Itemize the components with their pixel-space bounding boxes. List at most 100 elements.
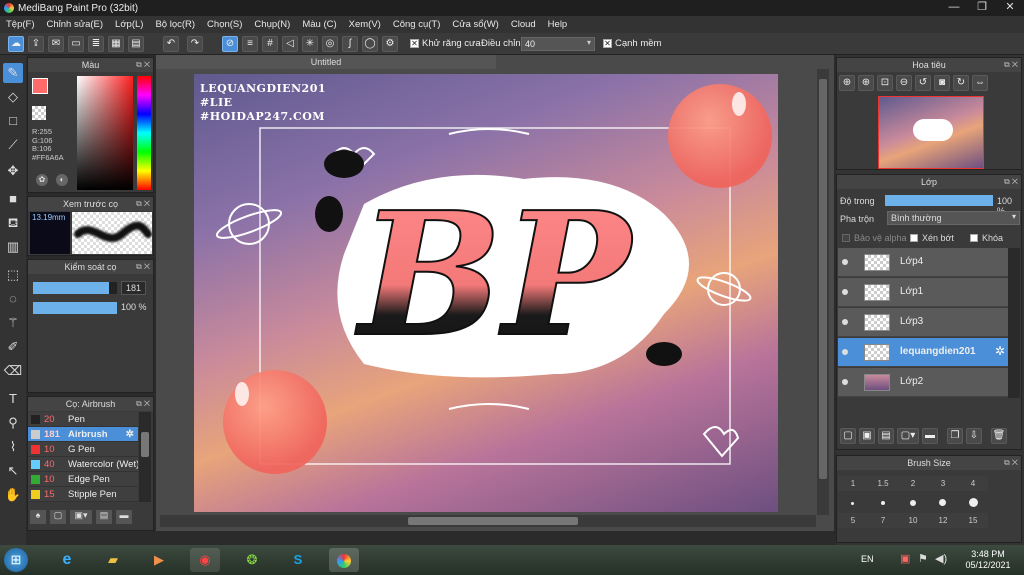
redo-icon[interactable]: ↷ <box>187 36 203 52</box>
panel-buttons-icon[interactable]: ⧉ ✕ <box>136 397 150 411</box>
panel-buttons-icon[interactable]: ⧉ ✕ <box>1004 58 1018 72</box>
magic-wand-icon[interactable]: ⚚ <box>3 313 23 333</box>
brush-item[interactable]: 20 Pen <box>28 412 138 427</box>
canvas-vertical-scrollbar[interactable] <box>817 69 829 515</box>
gear-icon[interactable]: ✲ <box>995 344 1005 358</box>
snap-off-icon[interactable]: ⊘ <box>222 36 238 52</box>
document-icon[interactable]: ≣ <box>88 36 104 52</box>
bucket-tool-icon[interactable]: ⛾ <box>3 213 23 233</box>
clipping-checkbox[interactable] <box>910 234 918 242</box>
brush-size-value[interactable]: 181 <box>121 281 146 295</box>
color-wheel-icon[interactable]: ◐ <box>56 174 68 186</box>
palette-icon[interactable]: ✿ <box>36 174 48 186</box>
medibang-taskbar-icon[interactable] <box>329 548 359 572</box>
brush-settings-icon[interactable]: ▤ <box>96 510 112 524</box>
brush-size-option[interactable]: 10 <box>898 513 928 528</box>
zoom-in-icon[interactable]: ⊕ <box>839 75 855 91</box>
menu-color[interactable]: Màu (C) <box>296 19 342 30</box>
antialias-checkbox[interactable]: ✕ <box>410 39 419 48</box>
eyedropper-tool-icon[interactable]: ⌇ <box>3 437 23 457</box>
brush-item-selected[interactable]: 181 Airbrush ✲ <box>28 427 138 442</box>
media-player-icon[interactable]: ▶ <box>144 548 174 572</box>
layer-row[interactable]: Lớp2 <box>838 368 1008 397</box>
brush-size-option[interactable]: 1.5 <box>868 476 898 491</box>
brush-size-option[interactable]: 1 <box>838 476 868 491</box>
eye-icon[interactable] <box>842 349 848 355</box>
reset-view-icon[interactable]: ◙ <box>934 75 950 91</box>
language-indicator[interactable]: EN <box>861 554 874 564</box>
clock[interactable]: 3:48 PM 05/12/2021 <box>960 549 1016 571</box>
trash-icon[interactable]: 🗑 <box>991 428 1007 444</box>
eye-icon[interactable] <box>842 289 848 295</box>
lock-checkbox[interactable] <box>970 234 978 242</box>
menu-edit[interactable]: Chỉnh sửa(E) <box>41 19 110 30</box>
duplicate-layer-icon[interactable]: ❐ <box>947 428 963 444</box>
internet-explorer-icon[interactable]: e <box>52 548 82 572</box>
canvas-horizontal-scrollbar[interactable] <box>160 515 816 527</box>
zoom-in-icon[interactable]: ⊕ <box>858 75 874 91</box>
brush-size-option[interactable]: 4 <box>958 476 988 491</box>
protect-alpha-checkbox[interactable] <box>842 234 850 242</box>
menu-help[interactable]: Help <box>542 19 574 30</box>
cross-snap-icon[interactable]: # <box>262 36 278 52</box>
select-tool-icon[interactable]: ⬚ <box>3 265 23 285</box>
select-eraser-icon[interactable]: ⌫ <box>3 361 23 381</box>
eye-icon[interactable] <box>842 379 848 385</box>
adjust-dropdown[interactable]: 40 ▾ <box>521 37 595 51</box>
brush-menu-icon[interactable]: ▣▾ <box>70 510 92 524</box>
radial-snap-icon[interactable]: ✳ <box>302 36 318 52</box>
panel-buttons-icon[interactable]: ⧉ ✕ <box>1004 175 1018 189</box>
network-icon[interactable]: ▣ <box>900 552 910 565</box>
menu-cloud[interactable]: Cloud <box>505 19 542 30</box>
start-button[interactable]: ⊞ <box>4 548 28 572</box>
menu-filter[interactable]: Bộ lọc(R) <box>149 19 201 30</box>
vanish-snap-icon[interactable]: ◁ <box>282 36 298 52</box>
brush-item[interactable]: 10 G Pen <box>28 442 138 457</box>
brush-size-option[interactable]: 5 <box>838 513 868 528</box>
file-explorer-icon[interactable]: ▰ <box>98 548 128 572</box>
menu-layer[interactable]: Lớp(L) <box>109 19 149 30</box>
rotate-right-icon[interactable]: ↻ <box>953 75 969 91</box>
folder-icon[interactable]: ▬ <box>116 510 132 524</box>
brush-size-slider[interactable] <box>33 282 117 294</box>
brush-size-option[interactable]: 2 <box>898 476 928 491</box>
comment-icon[interactable]: ✉ <box>48 36 64 52</box>
parallel-snap-icon[interactable]: ≡ <box>242 36 258 52</box>
app-icon[interactable]: ❂ <box>237 548 267 572</box>
gradient-tool-icon[interactable]: ▥ <box>3 237 23 257</box>
zoom-out-icon[interactable]: ⊖ <box>896 75 912 91</box>
hand-tool-icon[interactable]: ✋ <box>3 485 23 505</box>
menu-select[interactable]: Chọn(S) <box>201 19 248 30</box>
brush-size-option[interactable]: 3 <box>928 476 958 491</box>
panel-icon[interactable]: ▦ <box>108 36 124 52</box>
brush-item[interactable]: 40 Watercolor (Wet) <box>28 457 138 472</box>
layer-menu-icon[interactable]: ▢▾ <box>897 428 919 444</box>
menu-file[interactable]: Tệp(F) <box>0 19 41 30</box>
foreground-color-swatch[interactable] <box>32 78 48 94</box>
undo-icon[interactable]: ↶ <box>163 36 179 52</box>
text-tool-icon[interactable]: T <box>3 389 23 409</box>
page-icon[interactable]: ▭ <box>68 36 84 52</box>
brush-size-option[interactable]: 12 <box>928 513 958 528</box>
action-center-icon[interactable]: ⚑ <box>918 552 928 565</box>
merge-down-icon[interactable]: ⇩ <box>966 428 982 444</box>
volume-icon[interactable]: ◀) <box>935 552 947 565</box>
grid-icon[interactable]: ▤ <box>128 36 144 52</box>
layers-scrollbar[interactable] <box>1008 248 1020 398</box>
brush-item[interactable]: 15 Stipple Pen <box>28 487 138 502</box>
gear-icon[interactable]: ✲ <box>126 427 134 442</box>
operation-tool-icon[interactable]: ↖ <box>3 461 23 481</box>
minimize-button[interactable]: — <box>940 0 968 16</box>
brush-tool-icon[interactable]: ✎ <box>3 63 23 83</box>
eye-icon[interactable] <box>842 319 848 325</box>
shape-tool-icon[interactable]: □ <box>3 111 23 131</box>
transparent-swatch[interactable] <box>32 106 46 120</box>
fit-icon[interactable]: ⊡ <box>877 75 893 91</box>
skype-icon[interactable]: S <box>283 548 313 572</box>
artwork-canvas[interactable]: LEQUANGDIEN201 #LIE #HOIDAP247.COM BP <box>194 74 778 512</box>
panel-buttons-icon[interactable]: ⧉ ✕ <box>136 197 150 211</box>
new-brush-icon[interactable]: ▢ <box>50 510 66 524</box>
cloud-icon[interactable]: ☁ <box>8 36 24 52</box>
add-brush-icon[interactable]: ♠ <box>30 510 46 524</box>
curve-snap-icon[interactable]: ∫ <box>342 36 358 52</box>
